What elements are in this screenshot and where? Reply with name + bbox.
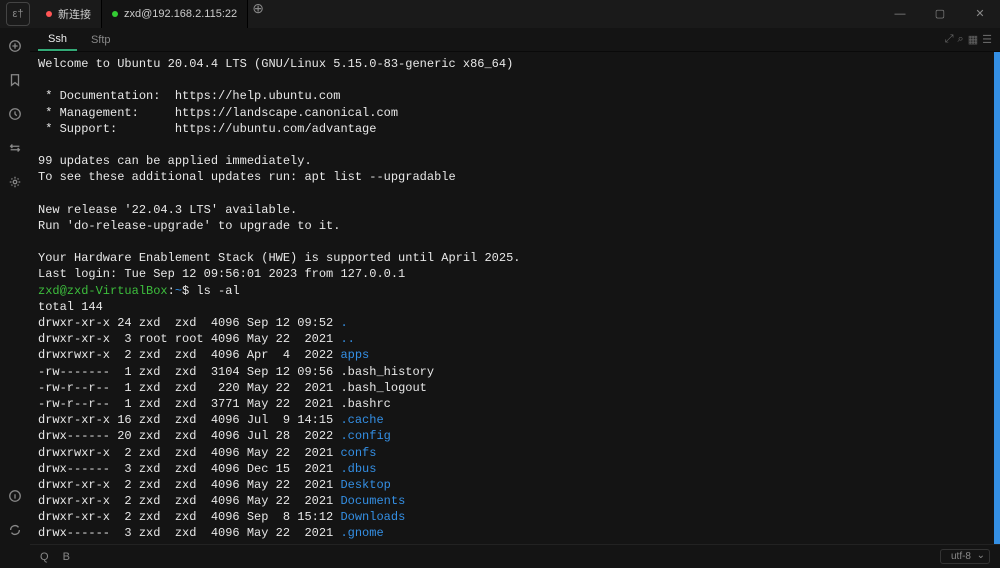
sync-icon[interactable] — [7, 522, 23, 538]
blank-line — [38, 186, 992, 202]
ls-row: drwxr-xr-x 3 root root 4096 May 22 2021 … — [38, 331, 992, 347]
file-name: Downloads — [340, 510, 405, 524]
file-name: .bashrc — [340, 397, 390, 411]
tab-new-connection[interactable]: 新连接 — [36, 0, 102, 28]
protocol-tabs: Ssh Sftp ⤢ ⌕ ▦ ☰ — [30, 28, 1000, 52]
ls-row: -rw------- 1 zxd zxd 3104 Sep 12 09:56 .… — [38, 364, 992, 380]
ls-row: drwxr-xr-x 2 zxd zxd 4096 Sep 8 15:12 Do… — [38, 509, 992, 525]
ls-row: drwxrwxr-x 2 zxd zxd 4096 Apr 4 2022 app… — [38, 347, 992, 363]
prompt-user: zxd@zxd-VirtualBox — [38, 284, 168, 298]
ls-row: -rw-r--r-- 1 zxd zxd 220 May 22 2021 .ba… — [38, 380, 992, 396]
grid-icon[interactable]: ▦ — [968, 33, 978, 46]
prompt-cmd: $ ls -al — [182, 284, 240, 298]
file-name: . — [340, 316, 347, 330]
status-q[interactable]: Q — [40, 551, 49, 563]
tab-label: 新连接 — [58, 6, 91, 22]
main-panel: Ssh Sftp ⤢ ⌕ ▦ ☰ Welcome to Ubuntu 20.04… — [30, 28, 1000, 544]
total-line: total 144 — [38, 299, 992, 315]
list-icon[interactable]: ☰ — [982, 33, 992, 46]
motd-line: Run 'do-release-upgrade' to upgrade to i… — [38, 218, 992, 234]
file-name: .bash_history — [340, 365, 434, 379]
status-dot-icon — [46, 11, 52, 17]
file-name: apps — [340, 348, 369, 362]
motd-line: Last login: Tue Sep 12 09:56:01 2023 fro… — [38, 266, 992, 282]
activity-bar — [0, 28, 30, 568]
motd-line: 99 updates can be applied immediately. — [38, 153, 992, 169]
file-name: .config — [340, 429, 390, 443]
motd-line: Welcome to Ubuntu 20.04.4 LTS (GNU/Linux… — [38, 56, 992, 72]
motd-line: * Support: https://ubuntu.com/advantage — [38, 121, 992, 137]
tab-ssh[interactable]: Ssh — [38, 29, 77, 51]
file-name: .cache — [340, 413, 383, 427]
ls-row: drwx------ 20 zxd zxd 4096 Jul 28 2022 .… — [38, 428, 992, 444]
ls-row: drwxr-xr-x 2 zxd zxd 4096 May 22 2021 Do… — [38, 493, 992, 509]
motd-line: * Management: https://landscape.canonica… — [38, 105, 992, 121]
file-name: .bash_logout — [340, 381, 426, 395]
ls-row: drwx------ 3 zxd zxd 4096 Dec 15 2021 .d… — [38, 461, 992, 477]
app-logo[interactable]: ε† — [6, 2, 30, 26]
motd-line: To see these additional updates run: apt… — [38, 169, 992, 185]
file-name: .. — [340, 332, 354, 346]
add-tab-button[interactable]: ⊕ — [248, 0, 268, 28]
ls-row: drwxrwxr-x 2 zxd zxd 4096 May 22 2021 co… — [38, 445, 992, 461]
file-name: Documents — [340, 494, 405, 508]
motd-line: New release '22.04.3 LTS' available. — [38, 202, 992, 218]
prompt-path: ~ — [175, 284, 182, 298]
encoding-select[interactable]: utf-8 — [940, 549, 990, 564]
ls-row: drwxr-xr-x 16 zxd zxd 4096 Jul 9 14:15 .… — [38, 412, 992, 428]
file-name: confs — [340, 446, 376, 460]
status-b[interactable]: B — [63, 551, 70, 563]
file-name: .dbus — [340, 462, 376, 476]
search-icon[interactable]: ⌕ — [958, 33, 964, 46]
prompt-line: zxd@zxd-VirtualBox:~$ ls -al — [38, 283, 992, 299]
ls-row: drwxr-xr-x 24 zxd zxd 4096 Sep 12 09:52 … — [38, 315, 992, 331]
add-icon[interactable] — [7, 38, 23, 54]
close-button[interactable]: ✕ — [960, 0, 1000, 28]
terminal-tools: ⤢ ⌕ ▦ ☰ — [945, 33, 1000, 46]
terminal[interactable]: Welcome to Ubuntu 20.04.4 LTS (GNU/Linux… — [30, 52, 1000, 544]
bookmark-icon[interactable] — [7, 72, 23, 88]
transfer-icon[interactable] — [7, 140, 23, 156]
gear-icon[interactable] — [7, 174, 23, 190]
window-controls: — ▢ ✕ — [880, 0, 1000, 28]
blank-line — [38, 234, 992, 250]
status-bar: Q B utf-8 — [30, 544, 1000, 568]
file-name: .gnome — [340, 526, 383, 540]
blank-line — [38, 72, 992, 88]
ls-row: drwxr-xr-x 2 zxd zxd 4096 May 22 2021 De… — [38, 477, 992, 493]
titlebar: ε† 新连接 zxd@192.168.2.115:22 ⊕ — ▢ ✕ — [0, 0, 1000, 28]
tab-ssh-session[interactable]: zxd@192.168.2.115:22 — [102, 0, 248, 28]
motd-line: * Documentation: https://help.ubuntu.com — [38, 88, 992, 104]
file-name: Desktop — [340, 478, 390, 492]
scrollbar[interactable] — [994, 52, 1000, 544]
history-icon[interactable] — [7, 106, 23, 122]
ls-row: -rw-r--r-- 1 zxd zxd 3771 May 22 2021 .b… — [38, 396, 992, 412]
status-dot-icon — [112, 11, 118, 17]
fullscreen-icon[interactable]: ⤢ — [945, 33, 954, 46]
motd-line: Your Hardware Enablement Stack (HWE) is … — [38, 250, 992, 266]
session-tabs: 新连接 zxd@192.168.2.115:22 ⊕ — [36, 0, 268, 28]
minimize-button[interactable]: — — [880, 0, 920, 28]
ls-row: drwx------ 3 zxd zxd 4096 May 22 2021 .g… — [38, 525, 992, 541]
maximize-button[interactable]: ▢ — [920, 0, 960, 28]
info-icon[interactable] — [7, 488, 23, 504]
tab-label: zxd@192.168.2.115:22 — [124, 8, 237, 20]
tab-sftp[interactable]: Sftp — [81, 30, 121, 50]
blank-line — [38, 137, 992, 153]
